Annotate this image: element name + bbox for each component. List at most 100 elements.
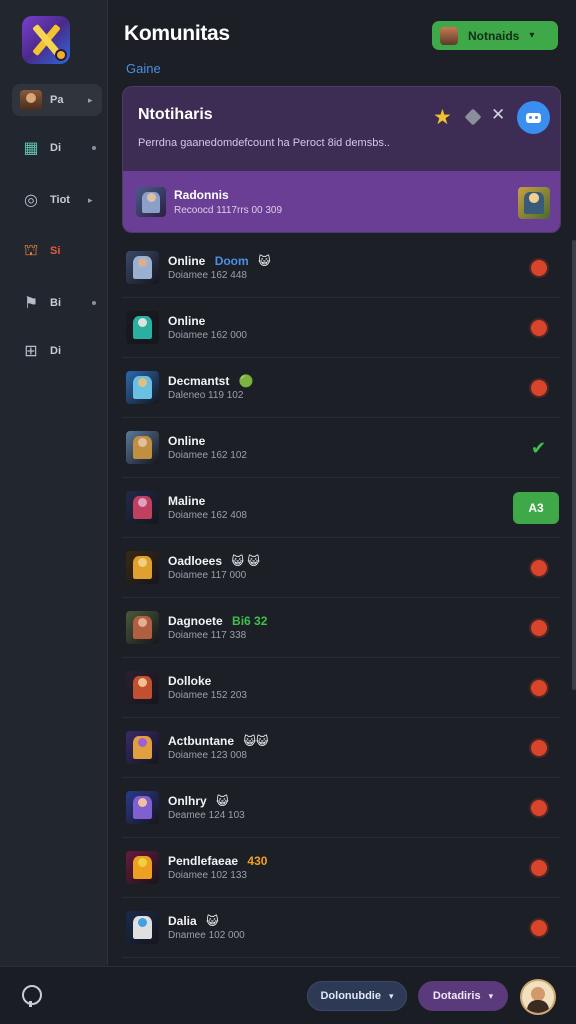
game-thumbnail (126, 851, 159, 884)
game-thumbnail (126, 251, 159, 284)
game-badge: Doom (214, 254, 249, 268)
scrollbar[interactable] (572, 240, 576, 690)
game-name-line: Pendlefaeae 430 (168, 854, 267, 868)
help-icon[interactable] (22, 985, 42, 1007)
filter-dropdown-1[interactable]: Dolonubdie ▾ (307, 981, 407, 1011)
game-name: Dalia (168, 914, 197, 928)
sidebar-item-profile[interactable]: Pa ▸ (12, 84, 102, 116)
sidebar-item-label: Tiot (50, 194, 70, 206)
game-row[interactable]: Pendlefaeae 430 Doiamee 102 133 (122, 838, 561, 898)
controller-icon: ⊞ (24, 343, 38, 360)
sidebar-item-shop[interactable]: ⛫ Si (12, 235, 102, 267)
game-meta: Doiamee 102 133 (168, 870, 247, 881)
game-thumbnail (126, 311, 159, 344)
featured-game-name: Radonnis (174, 188, 229, 202)
sidebar: Pa ▸ ▦ Di ◎ Tiot ▸ ⛫ Si ⚑ Bi ⊞ Di (0, 0, 108, 966)
game-meta: Doiamee 152 203 (168, 690, 247, 701)
game-name: Dagnoete (168, 614, 223, 628)
app-logo[interactable] (22, 16, 70, 64)
game-thumbnail (126, 611, 159, 644)
user-avatar[interactable] (520, 979, 556, 1015)
filter-dropdown-1-label: Dolonubdie (320, 990, 381, 1002)
sidebar-item-grid[interactable]: ▦ Di (12, 132, 102, 164)
status-dot-icon (531, 800, 547, 816)
chevron-right-icon: ▸ (88, 94, 93, 105)
controller-icon (526, 112, 541, 123)
sidebar-item-controller[interactable]: ⊞ Di (12, 335, 102, 367)
game-row[interactable]: Dalia 😺 Dnamee 102 000 (122, 898, 561, 958)
play-button[interactable]: A3 (513, 492, 559, 524)
game-meta: Doiamee 162 448 (168, 270, 247, 281)
game-badge: 430 (247, 854, 268, 868)
game-name-line: Actbuntane 😺😺 (168, 734, 268, 748)
game-row[interactable]: Oadloees 😺 😺 Doiamee 117 000 (122, 538, 561, 598)
notifications-button[interactable]: Notnaids ▾ (432, 21, 558, 50)
game-thumbnail (126, 431, 159, 464)
sidebar-item-label: Si (50, 245, 61, 257)
game-meta: Doiamee 123 008 (168, 750, 247, 761)
game-thumbnail (518, 187, 550, 219)
game-name-line: Onlhry 😺 (168, 794, 229, 808)
game-meta: Daleneo 119 102 (168, 390, 244, 401)
status-dot-icon (531, 740, 547, 756)
star-icon[interactable]: ★ (433, 105, 452, 130)
user-avatar-icon (20, 89, 42, 111)
page-title: Komunitas (124, 22, 230, 45)
flag-icon: ⚑ (23, 295, 39, 312)
sidebar-item-flag[interactable]: ⚑ Bi (12, 287, 102, 319)
game-row[interactable]: Dagnoete Bi6 32 Doiamee 117 338 (122, 598, 561, 658)
game-row[interactable]: Online Doiamee 162 102 ✔ (122, 418, 561, 478)
game-name: Oadloees (168, 554, 223, 568)
game-thumbnail (126, 791, 159, 824)
emoji-icon: 😺 (258, 254, 271, 268)
status-dot-icon (531, 560, 547, 576)
game-meta: Doiamee 162 000 (168, 330, 247, 341)
game-row[interactable]: Actbuntane 😺😺 Doiamee 123 008 (122, 718, 561, 778)
sidebar-item-label: Di (50, 142, 61, 154)
game-row[interactable]: Decmantst 🟢 Daleneo 119 102 (122, 358, 561, 418)
chevron-down-icon: ▾ (529, 30, 535, 41)
status-dot-icon (531, 860, 547, 876)
game-row[interactable]: Maline Doiamee 162 408 A3 (122, 478, 561, 538)
game-name: Online (168, 254, 206, 268)
game-name: Online (168, 434, 206, 448)
game-name-line: Oadloees 😺 😺 (168, 554, 260, 568)
game-name-line: Online (168, 434, 205, 448)
chat-button[interactable] (517, 101, 550, 134)
game-row[interactable]: Online Doom 😺 Doiamee 162 448 (122, 238, 561, 298)
game-name: Dolloke (168, 674, 212, 688)
status-dot-icon (531, 260, 547, 276)
dot-icon (92, 301, 96, 305)
chevron-right-icon: ▸ (88, 194, 93, 205)
game-name: Pendlefaeae (168, 854, 239, 868)
emoji-icon: 🟢 (238, 374, 254, 388)
game-name-line: Online (168, 314, 205, 328)
status-dot-icon (531, 920, 547, 936)
game-thumbnail (126, 911, 159, 944)
game-meta: Dnamee 102 000 (168, 930, 245, 941)
notifications-button-label: Notnaids (468, 28, 520, 43)
game-name: Actbuntane (168, 734, 234, 748)
game-meta: Doiamee 117 000 (168, 570, 247, 581)
game-thumbnail (126, 731, 159, 764)
diamond-icon[interactable] (464, 108, 482, 126)
game-name: Online (168, 314, 206, 328)
emoji-icon: 😺 😺 (231, 554, 260, 568)
dot-icon (92, 146, 96, 150)
games-link[interactable]: Gaine (126, 61, 161, 76)
game-name: Decmantst (168, 374, 230, 388)
sidebar-item-label: Di (50, 345, 61, 357)
featured-game-row[interactable]: Radonnis Recoocd 1117rrs 00 309 (123, 171, 560, 232)
sidebar-item-target[interactable]: ◎ Tiot ▸ (12, 184, 102, 216)
emoji-icon: 😺😺 (243, 734, 269, 748)
close-icon[interactable]: ✕ (491, 105, 505, 125)
game-thumbnail (126, 491, 159, 524)
game-thumbnail (126, 671, 159, 704)
game-name-line: Online Doom 😺 (168, 254, 271, 268)
game-row[interactable]: Onlhry 😺 Deamee 124 103 (122, 778, 561, 838)
status-dot-icon (531, 380, 547, 396)
game-row[interactable]: Online Doiamee 162 000 (122, 298, 561, 358)
game-row[interactable]: Dolloke Doiamee 152 203 (122, 658, 561, 718)
filter-dropdown-2[interactable]: Dotadiris ▾ (418, 981, 508, 1011)
grid-icon: ▦ (23, 140, 39, 157)
